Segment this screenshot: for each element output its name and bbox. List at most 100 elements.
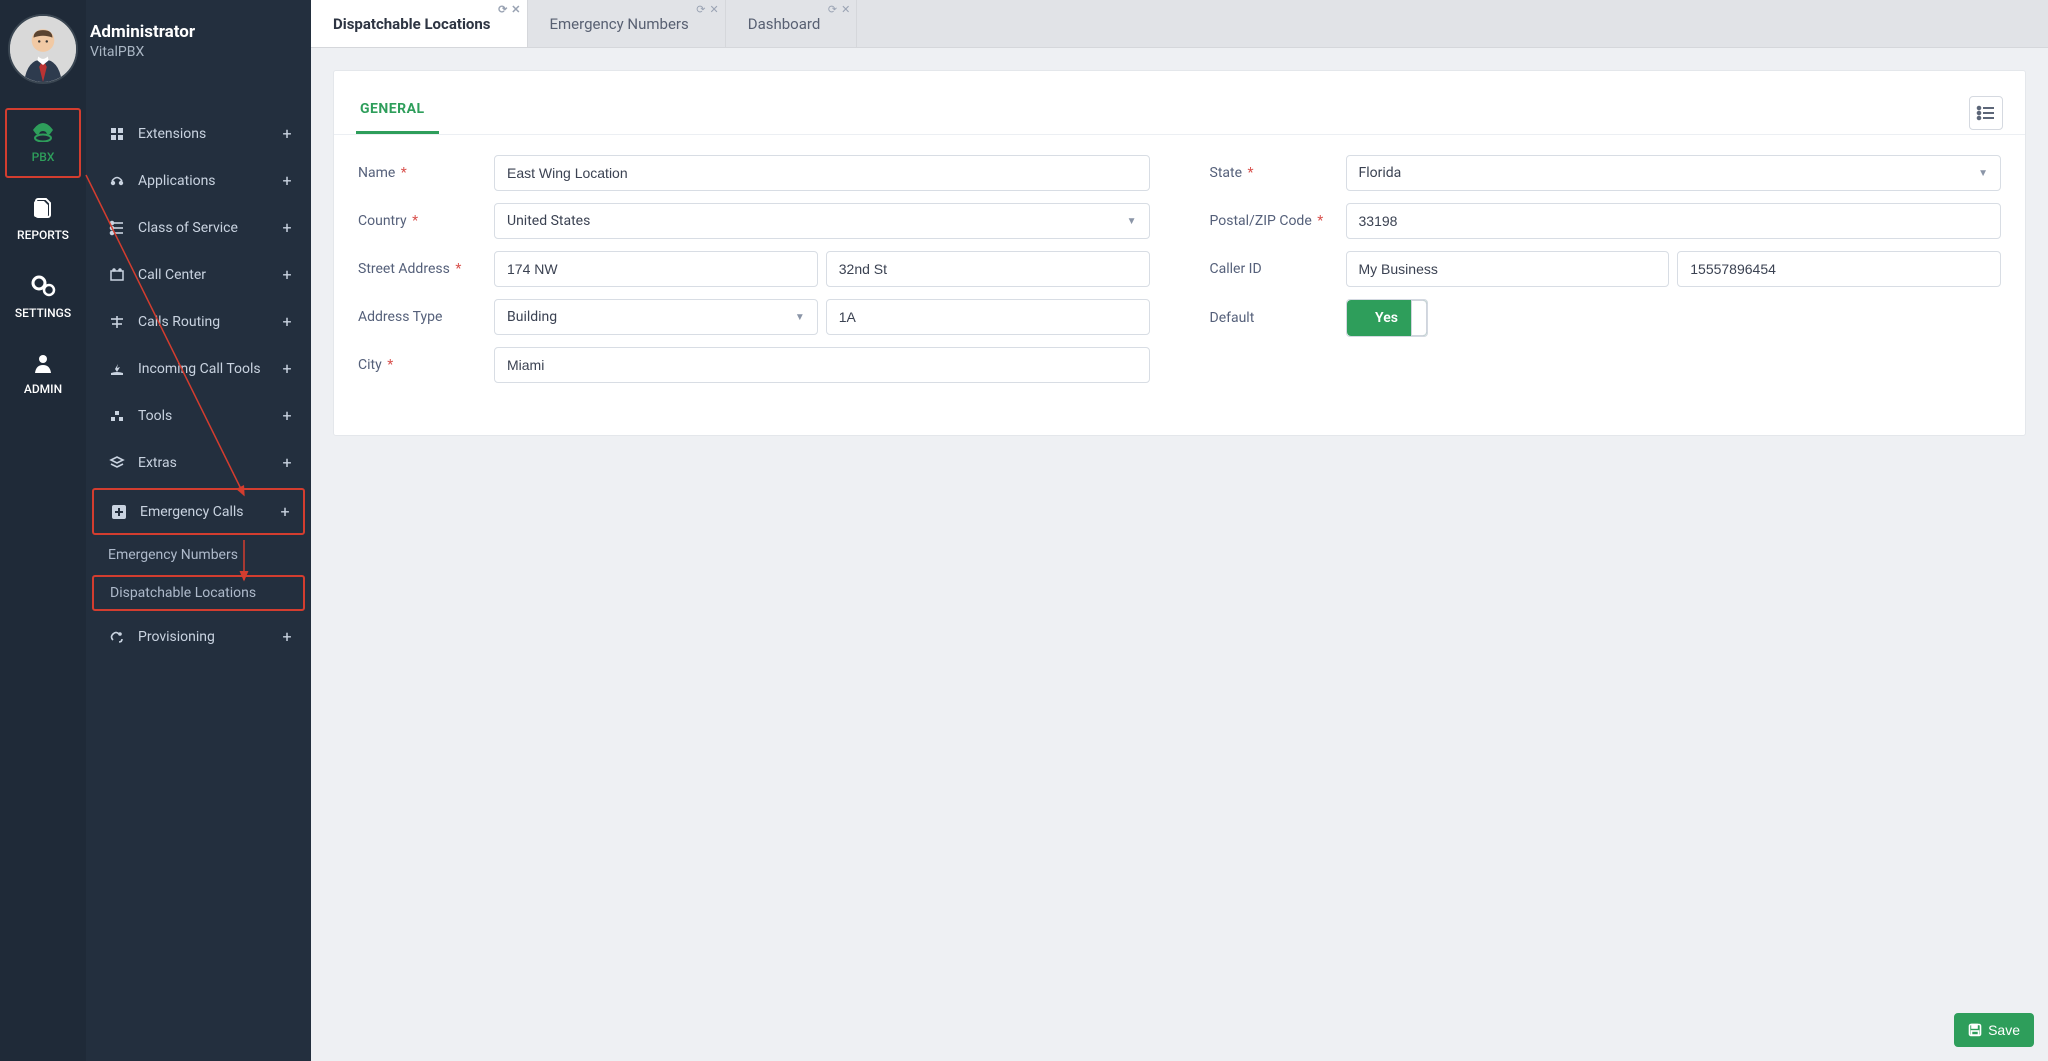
- label-street: Street Address *: [358, 261, 486, 277]
- chevron-down-icon: ▼: [795, 312, 805, 323]
- caller-id-num-input[interactable]: [1677, 251, 2001, 287]
- save-button[interactable]: Save: [1954, 1013, 2034, 1047]
- applications-icon: [108, 172, 126, 190]
- nav-call-center-label: Call Center: [138, 267, 206, 283]
- nav-applications[interactable]: Applications +: [86, 157, 311, 204]
- tab-db-label: Dashboard: [748, 15, 821, 33]
- address-type-input[interactable]: [826, 299, 1150, 335]
- plus-icon: +: [279, 359, 295, 378]
- save-icon: [1968, 1023, 1982, 1037]
- rail-admin[interactable]: ADMIN: [5, 340, 81, 410]
- nav-extensions[interactable]: Extensions +: [86, 110, 311, 157]
- state-select-value: Florida: [1359, 165, 1402, 181]
- nav-emergency-numbers[interactable]: Emergency Numbers: [86, 537, 311, 573]
- plus-icon: +: [279, 124, 295, 143]
- nav-provisioning-label: Provisioning: [138, 629, 215, 645]
- avatar[interactable]: [8, 14, 78, 84]
- pill-general-label: GENERAL: [360, 101, 425, 117]
- address-type-select[interactable]: Building ▼: [494, 299, 818, 335]
- user-name: Administrator: [90, 22, 195, 42]
- chevron-down-icon: ▼: [1127, 216, 1137, 227]
- tools-icon: [108, 407, 126, 425]
- caller-id-name-input[interactable]: [1346, 251, 1670, 287]
- toggle-knob: [1411, 300, 1427, 336]
- list-icon: [1976, 105, 1996, 121]
- tab-en-label: Emergency Numbers: [550, 15, 689, 33]
- nav-extras[interactable]: Extras +: [86, 439, 311, 486]
- nav-incoming-call-tools[interactable]: Incoming Call Tools +: [86, 345, 311, 392]
- nav-emergency-numbers-label: Emergency Numbers: [108, 547, 238, 563]
- street2-input[interactable]: [826, 251, 1150, 287]
- nav-cos-label: Class of Service: [138, 220, 238, 236]
- label-default: Default: [1210, 310, 1338, 326]
- nav-dispatchable-locations-label: Dispatchable Locations: [110, 585, 256, 601]
- save-button-label: Save: [1988, 1022, 2020, 1038]
- nav-call-center[interactable]: Call Center +: [86, 251, 311, 298]
- list-view-button[interactable]: [1969, 96, 2003, 130]
- nav-dispatchable-locations[interactable]: Dispatchable Locations: [92, 575, 305, 611]
- pill-general[interactable]: GENERAL: [356, 91, 439, 134]
- country-select[interactable]: United States▼: [494, 203, 1150, 239]
- chevron-down-icon: ▼: [1978, 168, 1988, 179]
- plus-icon: +: [279, 627, 295, 646]
- gear-icon: [29, 274, 57, 298]
- nav-calls-routing-label: Calls Routing: [138, 314, 220, 330]
- reports-icon: [31, 196, 55, 220]
- tab-dispatchable-locations[interactable]: Dispatchable Locations ⟳ ✕: [311, 0, 528, 47]
- label-name: Name *: [358, 165, 486, 181]
- routing-icon: [108, 313, 126, 331]
- nav-emergency-calls-label: Emergency Calls: [140, 504, 243, 520]
- nav-calls-routing[interactable]: Calls Routing +: [86, 298, 311, 345]
- tab-dashboard[interactable]: Dashboard ⟳ ✕: [726, 0, 858, 47]
- nav-emergency-calls[interactable]: Emergency Calls +: [92, 488, 305, 535]
- tab-refresh-icon[interactable]: ⟳: [696, 3, 705, 16]
- nav-extras-label: Extras: [138, 455, 177, 471]
- admin-icon: [32, 352, 54, 374]
- phone-icon: [29, 120, 57, 142]
- label-caller-id: Caller ID: [1210, 261, 1338, 277]
- nav-provisioning[interactable]: Provisioning +: [86, 613, 311, 660]
- nav-tools[interactable]: Tools +: [86, 392, 311, 439]
- extras-icon: [108, 454, 126, 472]
- city-input[interactable]: [494, 347, 1150, 383]
- rail-pbx-label: PBX: [7, 150, 79, 164]
- plus-icon: +: [279, 453, 295, 472]
- plus-icon: +: [277, 502, 293, 521]
- street1-input[interactable]: [494, 251, 818, 287]
- rail-settings-label: SETTINGS: [7, 306, 79, 320]
- extensions-icon: [108, 125, 126, 143]
- default-toggle-label: Yes: [1375, 310, 1398, 326]
- provisioning-icon: [108, 628, 126, 646]
- nav-incoming-label: Incoming Call Tools: [138, 361, 261, 377]
- rail-admin-label: ADMIN: [7, 382, 79, 396]
- cos-icon: [108, 219, 126, 237]
- tab-close-icon[interactable]: ✕: [841, 3, 850, 16]
- nav-tools-label: Tools: [138, 408, 172, 424]
- tab-dl-label: Dispatchable Locations: [333, 15, 491, 33]
- nav-extensions-label: Extensions: [138, 126, 206, 142]
- user-sub: VitalPBX: [90, 44, 195, 60]
- incoming-icon: [108, 360, 126, 378]
- user-avatar-icon: [10, 16, 76, 82]
- postal-input[interactable]: [1346, 203, 2002, 239]
- tab-refresh-icon[interactable]: ⟳: [498, 3, 507, 16]
- tab-refresh-icon[interactable]: ⟳: [828, 3, 837, 16]
- default-toggle[interactable]: Yes: [1347, 300, 1427, 336]
- rail-settings[interactable]: SETTINGS: [5, 262, 81, 334]
- address-type-value: Building: [507, 309, 557, 325]
- plus-icon: +: [279, 171, 295, 190]
- label-address-type: Address Type: [358, 309, 486, 325]
- plus-icon: +: [279, 406, 295, 425]
- nav-class-of-service[interactable]: Class of Service +: [86, 204, 311, 251]
- rail-pbx[interactable]: PBX: [5, 108, 81, 178]
- callcenter-icon: [108, 266, 126, 284]
- tab-emergency-numbers[interactable]: Emergency Numbers ⟳ ✕: [528, 0, 726, 47]
- rail-reports[interactable]: REPORTS: [5, 184, 81, 256]
- label-state: State *: [1210, 165, 1338, 181]
- hospital-icon: [110, 503, 128, 521]
- state-select[interactable]: Florida ▼: [1346, 155, 2002, 191]
- tab-close-icon[interactable]: ✕: [511, 3, 520, 16]
- tab-close-icon[interactable]: ✕: [710, 3, 719, 16]
- plus-icon: +: [279, 265, 295, 284]
- name-input[interactable]: [494, 155, 1150, 191]
